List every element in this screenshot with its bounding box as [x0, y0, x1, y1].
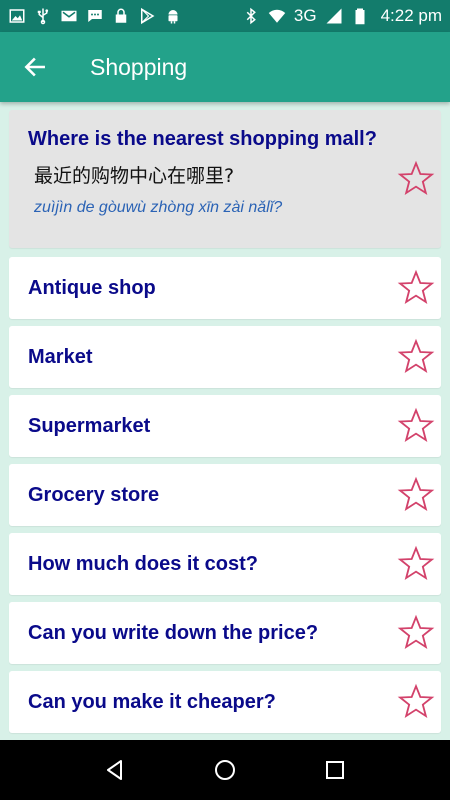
favorite-button[interactable]	[395, 336, 437, 378]
status-bar: 3G 4:22 pm	[0, 0, 450, 32]
phrase-english: Market	[28, 345, 93, 368]
favorite-button[interactable]	[395, 474, 437, 516]
favorite-button[interactable]	[395, 158, 437, 200]
list-item[interactable]: Can you write down the price?	[9, 602, 441, 664]
signal-icon	[325, 7, 343, 25]
nav-home-button[interactable]	[200, 745, 250, 795]
android-icon	[164, 7, 182, 25]
gmail-icon	[60, 7, 78, 25]
arrow-back-icon	[24, 57, 45, 77]
bluetooth-icon	[242, 7, 260, 25]
usb-icon	[34, 7, 52, 25]
favorite-button[interactable]	[395, 681, 437, 723]
lock-icon	[112, 7, 130, 25]
network-type: 3G	[293, 6, 317, 25]
phrase-card-featured[interactable]: Where is the nearest shopping mall? 最近的购…	[9, 110, 441, 248]
nav-recents-button[interactable]	[310, 745, 360, 795]
phrase-english: How much does it cost?	[28, 552, 259, 575]
play-store-icon	[138, 7, 156, 25]
list-item[interactable]: Can you make it cheaper?	[9, 671, 441, 733]
home-circle-icon	[215, 760, 235, 780]
nav-back-button[interactable]	[90, 745, 140, 795]
status-left-icons	[8, 7, 182, 25]
star-outline-icon	[397, 338, 435, 374]
list-item[interactable]: Antique shop	[9, 257, 441, 319]
favorite-button[interactable]	[395, 267, 437, 309]
message-icon	[86, 7, 104, 25]
back-triangle-icon	[107, 760, 122, 780]
app-bar: Shopping	[0, 32, 450, 102]
list-item[interactable]: Supermarket	[9, 395, 441, 457]
back-button[interactable]	[0, 32, 70, 102]
favorite-button[interactable]	[395, 612, 437, 654]
phrase-english: Can you make it cheaper?	[28, 690, 276, 713]
phrase-english: Antique shop	[28, 276, 156, 299]
phrase-english: Where is the nearest shopping mall?	[28, 128, 377, 150]
star-outline-icon	[397, 545, 435, 581]
image-icon	[8, 7, 26, 25]
star-outline-icon	[397, 614, 435, 650]
phrase-chinese: 最近的购物中心在哪里?	[34, 165, 235, 187]
list-item[interactable]: Grocery store	[9, 464, 441, 526]
phrase-pinyin: zuìjìn de gòuwù zhòng xīn zài nǎlǐ?	[34, 199, 283, 216]
phrase-list: Where is the nearest shopping mall? 最近的购…	[9, 110, 441, 740]
clock: 4:22 pm	[380, 6, 442, 25]
list-item[interactable]: Market	[9, 326, 441, 388]
phrase-english: Grocery store	[28, 483, 160, 506]
wifi-icon	[268, 7, 286, 25]
phrase-english: Supermarket	[28, 414, 151, 437]
star-outline-icon	[397, 476, 435, 512]
star-outline-icon	[397, 269, 435, 305]
recents-square-icon	[326, 761, 344, 779]
list-item[interactable]: How much does it cost?	[9, 533, 441, 595]
favorite-button[interactable]	[395, 543, 437, 585]
system-nav-bar	[0, 740, 450, 800]
battery-icon	[351, 7, 369, 25]
favorite-button[interactable]	[395, 405, 437, 447]
status-right-icons: 3G 4:22 pm	[242, 6, 442, 26]
star-outline-icon	[397, 683, 435, 719]
page-title: Shopping	[90, 53, 188, 80]
star-outline-icon	[397, 407, 435, 443]
star-outline-icon	[397, 160, 435, 196]
phrase-english: Can you write down the price?	[28, 621, 319, 644]
